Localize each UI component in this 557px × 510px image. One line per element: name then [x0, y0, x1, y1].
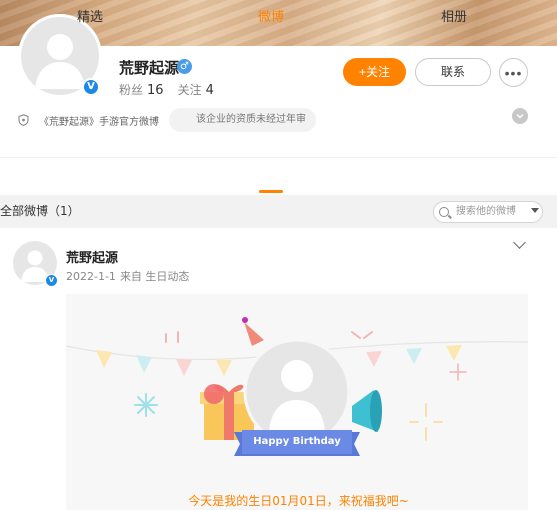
shield-icon	[18, 114, 29, 126]
birthday-caption: 今天是我的生日01月01日，来祝福我吧~	[188, 494, 409, 508]
birthday-card-image[interactable]: Happy Birthday	[66, 294, 528, 510]
chevron-down-icon[interactable]	[512, 108, 528, 124]
post-author[interactable]: 荒野起源	[66, 247, 118, 266]
search-input[interactable]: 搜索他的微博	[433, 201, 543, 223]
tab-album[interactable]: 相册	[424, 0, 484, 36]
post-meta: 2022-1-1 来自 生日动态	[66, 268, 189, 284]
post-date[interactable]: 2022-1-1	[66, 270, 116, 283]
search-icon	[439, 207, 449, 217]
more-options-button[interactable]: •••	[499, 58, 528, 87]
contact-button[interactable]: 联系	[415, 58, 491, 86]
follow-button[interactable]: +关注	[343, 58, 406, 86]
birthday-banner-text: Happy Birthday	[253, 436, 341, 447]
chevron-down-icon[interactable]	[531, 208, 539, 213]
birthday-illustration	[66, 317, 528, 456]
header-divider	[0, 157, 557, 158]
male-gender-icon: ♂	[177, 59, 192, 74]
post-menu-chevron-icon[interactable]	[513, 236, 526, 249]
certification-row: 《荒野起源》手游官方微博 该企业的资质未经过年审	[18, 108, 316, 132]
certification-text: 《荒野起源》手游官方微博	[39, 116, 159, 128]
profile-stats: 粉丝 16 关注 4	[119, 81, 228, 98]
following-label[interactable]: 关注	[178, 83, 202, 97]
tab-weibo[interactable]: 微博	[241, 0, 301, 36]
verified-badge-icon: V	[82, 78, 100, 96]
certification-note: 该企业的资质未经过年审	[169, 108, 316, 132]
verified-badge-icon: V	[45, 274, 58, 287]
following-count[interactable]: 4	[206, 83, 214, 98]
active-tab-indicator	[259, 190, 283, 193]
followers-label[interactable]: 粉丝	[119, 83, 143, 97]
post-source: 来自 生日动态	[119, 270, 190, 283]
filter-bar: 全部微博（1） 搜索他的微博	[0, 195, 557, 228]
all-posts-filter[interactable]: 全部微博（1）	[0, 195, 80, 228]
profile-name: 荒野起源	[119, 59, 180, 77]
tab-featured[interactable]: 精选	[60, 0, 120, 36]
followers-count[interactable]: 16	[147, 83, 164, 98]
